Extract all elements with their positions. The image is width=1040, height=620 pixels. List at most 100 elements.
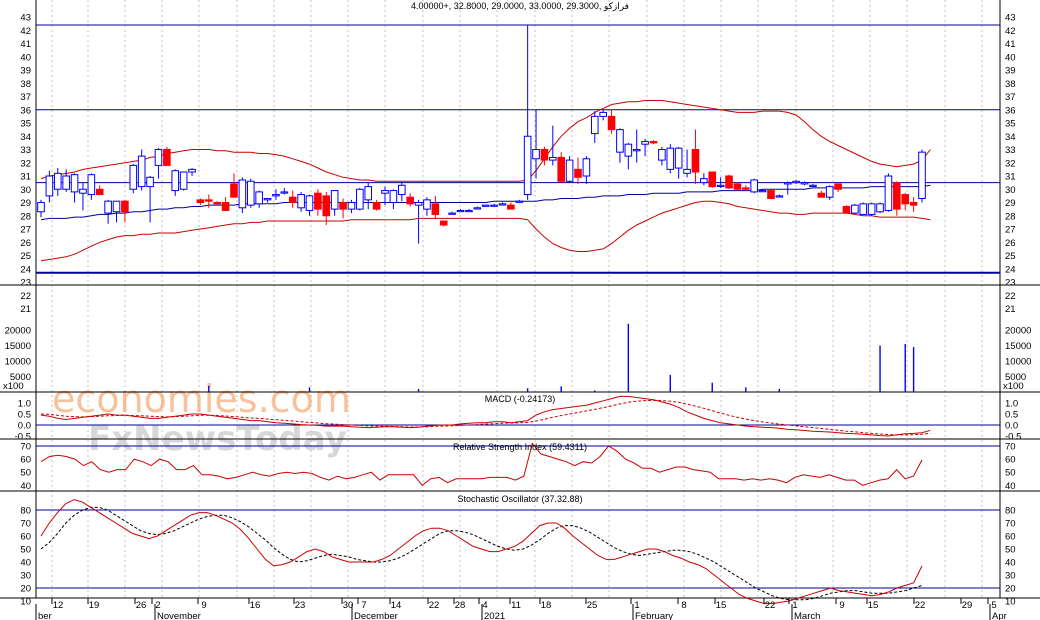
candle-body — [62, 175, 70, 190]
candle-body — [330, 190, 339, 210]
month-label: 2021 — [484, 611, 505, 620]
candle-body — [137, 155, 146, 188]
candle-body — [641, 141, 649, 145]
price-tick-label: 34 — [20, 132, 31, 143]
stochastic-tick-label: 10 — [1005, 597, 1016, 608]
candle-body — [246, 180, 255, 206]
stochastic-tick-label: 10 — [20, 597, 31, 608]
macd-tick-label: 0.5 — [1005, 410, 1018, 421]
stochastic-tick-label: 30 — [20, 571, 31, 582]
candle-body — [842, 205, 851, 214]
candle-body — [146, 176, 154, 188]
candle-body — [112, 200, 121, 213]
volume-unit-right: x100 — [1003, 381, 1024, 392]
candle-body — [775, 195, 784, 198]
day-label: 7 — [361, 600, 366, 611]
candle-body — [691, 149, 700, 173]
price-tick-label: 26 — [20, 238, 31, 249]
day-label: 2 — [155, 600, 160, 611]
candle-body — [758, 190, 767, 193]
candle-body — [431, 203, 440, 215]
candle-body — [238, 179, 247, 209]
price-tick-label: 33 — [20, 145, 31, 156]
chart-canvas: economies.com FxNewsToday 43 4342 4241 4140… — [0, 0, 1040, 620]
price-tick-label: 23 — [20, 278, 31, 289]
day-label: 18 — [541, 600, 552, 611]
stochastic-tick-label: 20 — [20, 584, 31, 595]
price-tick-label: 32 — [20, 158, 31, 169]
candle-body — [356, 188, 364, 210]
day-label: 11 — [511, 600, 521, 611]
candle-body — [817, 192, 826, 198]
price-tick-label: 34 — [1005, 132, 1016, 143]
candle-body — [339, 202, 347, 210]
candle-body — [79, 188, 87, 194]
volume-tick-label: 10000 — [1005, 357, 1031, 368]
candle-body — [381, 190, 389, 194]
candle-body — [95, 188, 104, 196]
candle-body — [347, 202, 356, 210]
day-label: 15 — [868, 600, 879, 611]
candle-body — [280, 191, 289, 194]
price-tick-label: 27 — [1005, 225, 1016, 236]
day-label: 28 — [455, 600, 466, 611]
candle-body — [700, 178, 708, 184]
candle-body — [448, 212, 456, 215]
candle-body — [288, 196, 297, 203]
candle-body — [490, 204, 498, 207]
candle-body — [121, 200, 129, 213]
candle-body — [255, 191, 263, 205]
price-tick-label: 22 — [20, 291, 31, 302]
candle-body — [314, 192, 322, 210]
price-tick-label: 31 — [20, 172, 31, 183]
candle-body — [423, 199, 431, 210]
candle-body — [725, 175, 733, 189]
day-label: 1 — [792, 600, 797, 611]
day-label: 5 — [991, 600, 996, 611]
stochastic-tick-label: 40 — [1005, 558, 1016, 569]
candle-body — [389, 190, 398, 203]
price-tick-label: 36 — [1005, 105, 1016, 116]
candle-body — [809, 184, 817, 187]
candle-body — [397, 184, 406, 196]
price-tick-label: 40 — [1005, 52, 1016, 63]
price-tick-label: 25 — [1005, 251, 1016, 262]
day-label: 16 — [250, 600, 261, 611]
candle-body — [372, 202, 381, 210]
month-label: November — [157, 611, 201, 620]
price-tick-label: 43 — [20, 13, 31, 24]
candle-body — [507, 204, 515, 210]
rsi-tick-label: 40 — [1005, 481, 1016, 492]
day-label: 25 — [587, 600, 598, 611]
candle-body — [37, 202, 45, 213]
price-tick-label: 43 — [1005, 13, 1016, 24]
macd-tick-label: 1.0 — [1005, 399, 1018, 410]
candle-body — [473, 207, 482, 210]
candle-body — [549, 156, 557, 161]
month-label: Apr — [992, 611, 1007, 620]
candle-body — [272, 194, 280, 197]
candle-body — [859, 203, 868, 215]
candle-body — [364, 186, 373, 201]
candle-body — [733, 183, 742, 190]
price-tick-label: 21 — [1005, 304, 1016, 315]
candle-body — [909, 202, 918, 206]
candle-body — [154, 149, 163, 166]
candle-body — [674, 147, 683, 169]
candle-body — [658, 149, 666, 161]
stochastic-tick-label: 50 — [1005, 545, 1016, 556]
candle-body — [750, 179, 758, 193]
price-tick-label: 35 — [20, 119, 31, 130]
price-tick-label: 40 — [20, 52, 31, 63]
candle-body — [590, 115, 599, 135]
price-tick-label: 39 — [1005, 66, 1016, 77]
day-label: 22 — [915, 600, 926, 611]
price-tick-label: 25 — [20, 251, 31, 262]
candle-body — [70, 174, 79, 193]
price-tick-label: 37 — [1005, 92, 1016, 103]
candle-body — [582, 158, 591, 177]
candle-body — [792, 180, 800, 184]
candle-body — [716, 184, 725, 187]
candle-body — [45, 175, 54, 197]
rsi-tick-label: 60 — [1005, 455, 1016, 466]
